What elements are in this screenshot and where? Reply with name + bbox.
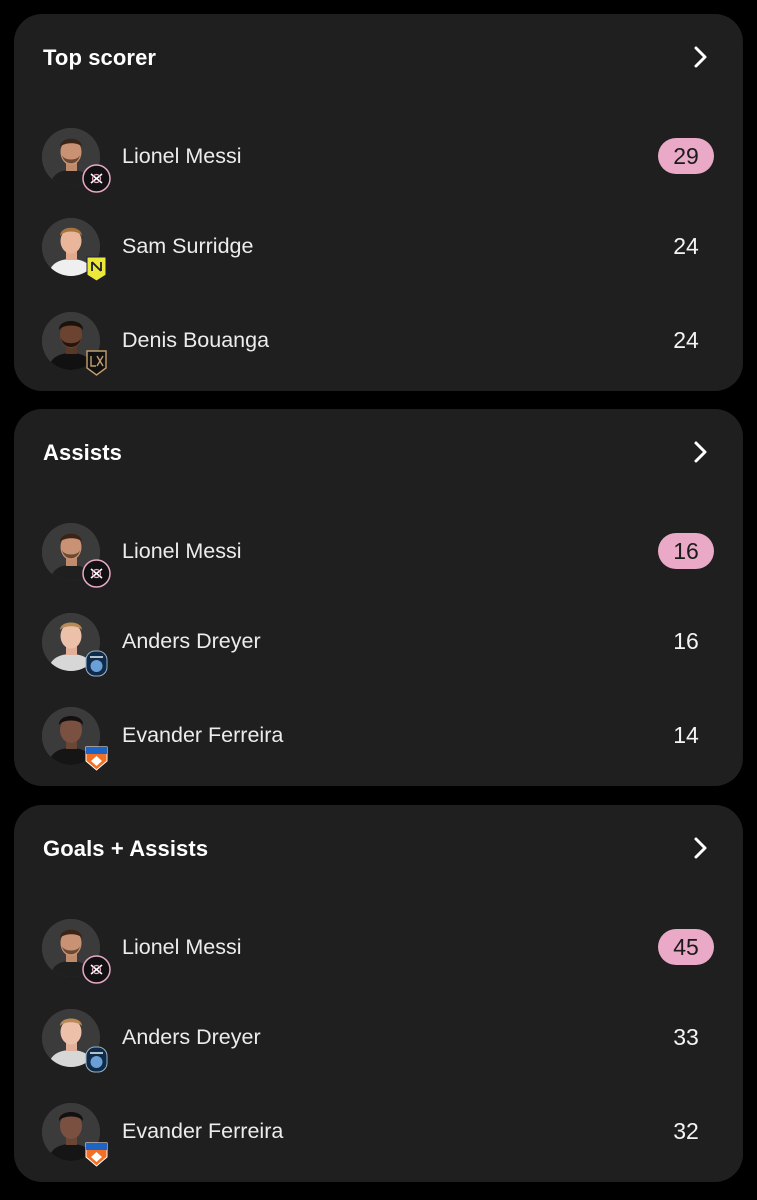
stat-value: 16 — [673, 628, 699, 654]
player-row[interactable]: Lionel Messi 29 — [14, 114, 743, 204]
player-name: Denis Bouanga — [122, 328, 270, 352]
stat-value: 33 — [673, 1024, 699, 1050]
card-title: Goals + Assists — [43, 836, 209, 861]
player-avatar — [42, 707, 102, 767]
player-row[interactable]: Anders Dreyer 16 — [14, 599, 743, 689]
player-row[interactable]: Evander Ferreira 14 — [14, 693, 743, 783]
player-name: Lionel Messi — [122, 935, 242, 959]
player-avatar — [42, 1009, 102, 1069]
player-name: Anders Dreyer — [122, 629, 261, 653]
nashville-sc-crest-icon — [82, 254, 111, 283]
inter-miami-crest-icon — [82, 164, 111, 193]
assists-header[interactable]: Assists — [14, 409, 743, 499]
leader-value-badge: 29 — [658, 138, 714, 174]
player-name: Anders Dreyer — [122, 1025, 261, 1049]
player-row[interactable]: Lionel Messi 16 — [14, 509, 743, 599]
inter-miami-crest-icon — [82, 559, 111, 588]
player-row[interactable]: Denis Bouanga 24 — [14, 298, 743, 388]
top-scorer-card: Top scorer Lionel Messi 29 Sam Surridge … — [14, 14, 743, 391]
top-scorer-header[interactable]: Top scorer — [14, 14, 743, 104]
chevron-right-icon[interactable] — [693, 836, 709, 860]
card-title: Assists — [43, 440, 122, 465]
chevron-right-icon[interactable] — [693, 440, 709, 464]
player-avatar — [42, 1103, 102, 1163]
player-avatar — [42, 523, 102, 583]
stat-value: 14 — [673, 722, 699, 748]
player-row[interactable]: Anders Dreyer 33 — [14, 995, 743, 1085]
lafc-crest-icon — [82, 348, 111, 377]
player-name: Evander Ferreira — [122, 1119, 284, 1143]
stat-value: 24 — [673, 327, 699, 353]
player-row[interactable]: Sam Surridge 24 — [14, 204, 743, 294]
player-name: Sam Surridge — [122, 234, 254, 258]
stat-value: 32 — [673, 1118, 699, 1144]
player-avatar — [42, 128, 102, 188]
stat-value: 24 — [673, 233, 699, 259]
goals-assists-card: Goals + Assists Lionel Messi 45 Anders D… — [14, 805, 743, 1182]
player-avatar — [42, 613, 102, 673]
assists-card: Assists Lionel Messi 16 Anders Dreyer 16… — [14, 409, 743, 786]
san-diego-fc-crest-icon — [82, 649, 111, 678]
player-name: Lionel Messi — [122, 539, 242, 563]
player-avatar — [42, 919, 102, 979]
card-title: Top scorer — [43, 45, 157, 70]
chevron-right-icon[interactable] — [693, 45, 709, 69]
inter-miami-crest-icon — [82, 955, 111, 984]
player-name: Evander Ferreira — [122, 723, 284, 747]
player-row[interactable]: Evander Ferreira 32 — [14, 1089, 743, 1179]
leader-value-badge: 16 — [658, 533, 714, 569]
goals-assists-header[interactable]: Goals + Assists — [14, 805, 743, 895]
fc-cincinnati-crest-icon — [82, 1139, 111, 1168]
player-name: Lionel Messi — [122, 144, 242, 168]
leader-value-badge: 45 — [658, 929, 714, 965]
fc-cincinnati-crest-icon — [82, 743, 111, 772]
player-avatar — [42, 312, 102, 372]
san-diego-fc-crest-icon — [82, 1045, 111, 1074]
player-avatar — [42, 218, 102, 278]
player-row[interactable]: Lionel Messi 45 — [14, 905, 743, 995]
